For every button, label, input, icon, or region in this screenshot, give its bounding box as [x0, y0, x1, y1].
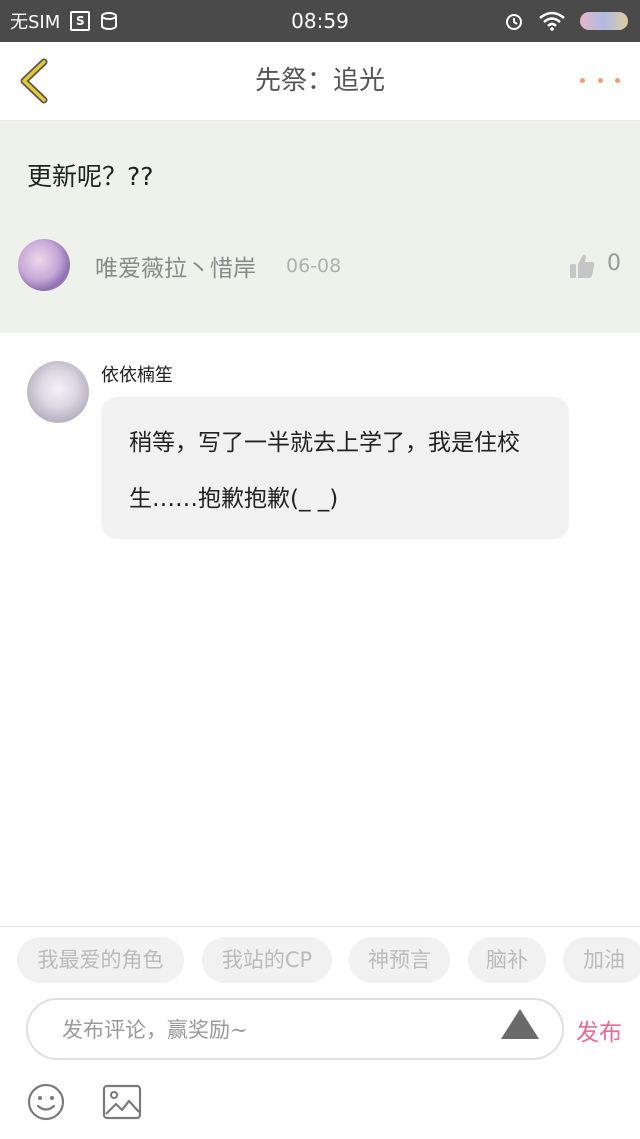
comment-input[interactable]: [60, 1010, 484, 1050]
image-icon[interactable]: [102, 1084, 142, 1120]
status-right: [504, 0, 628, 42]
quick-tag[interactable]: 加油: [563, 937, 640, 983]
thumbs-up-icon[interactable]: [568, 252, 596, 280]
reply-text: 稍等，写了一半就去上学了，我是住校生……抱歉抱歉(_ _): [129, 430, 520, 512]
reply-author-avatar[interactable]: [27, 361, 89, 423]
post-author-name[interactable]: 唯爱薇拉丶惜岸: [95, 249, 256, 283]
post-date: 06-08: [286, 255, 342, 277]
comment-composer: 我最爱的角色 我站的CP 神预言 脑补 加油 发布: [0, 926, 640, 1139]
reply-bubble: 稍等，写了一半就去上学了，我是住校生……抱歉抱歉(_ _): [101, 397, 569, 539]
comment-input-box: [26, 998, 564, 1060]
status-bar: 无SIM S 08:59: [0, 0, 640, 42]
battery-icon: [580, 12, 628, 30]
alarm-icon: [506, 14, 522, 30]
like-count: 0: [607, 251, 621, 276]
quick-tag[interactable]: 我最爱的角色: [17, 937, 184, 983]
quick-tag[interactable]: 脑补: [468, 937, 546, 983]
emoji-icon[interactable]: [27, 1083, 65, 1121]
wifi-icon: [539, 11, 565, 31]
post-text: 更新呢？??: [27, 162, 154, 191]
original-post: 更新呢？?? 唯爱薇拉丶惜岸 06-08 0: [0, 121, 640, 333]
quick-tag-list: 我最爱的角色 我站的CP 神预言 脑补 加油: [0, 937, 640, 985]
publish-button[interactable]: 发布: [576, 1013, 622, 1047]
quick-tag[interactable]: 神预言: [349, 937, 450, 983]
post-author-avatar[interactable]: [18, 239, 70, 291]
quick-tag[interactable]: 我站的CP: [202, 937, 332, 983]
page-title: 先祭：追光: [254, 66, 385, 96]
triangle-icon[interactable]: [501, 1009, 539, 1039]
nav-bar: 先祭：追光: [0, 42, 640, 121]
reply-author-name[interactable]: 依依楠笙: [101, 361, 173, 387]
more-dots-icon[interactable]: [580, 68, 620, 92]
